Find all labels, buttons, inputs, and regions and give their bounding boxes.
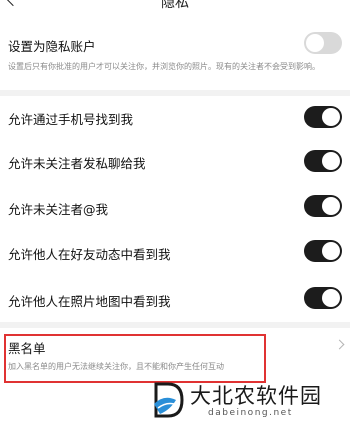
setting-row-mention: 允许未关注者@我 <box>0 184 350 228</box>
setting-toggle-phone[interactable] <box>304 106 342 128</box>
watermark: 大北农软件园 dabeinong.net <box>152 380 350 422</box>
setting-toggle-private-message[interactable] <box>304 150 342 172</box>
watermark-subtitle: dabeinong.net <box>208 408 293 418</box>
setting-row-phone: 允许通过手机号找到我 <box>0 96 350 140</box>
private-account-toggle[interactable] <box>304 32 342 54</box>
top-bar: 隐私 <box>0 0 350 14</box>
setting-label-phone: 允许通过手机号找到我 <box>8 112 134 127</box>
toggle-knob <box>322 108 340 126</box>
toggle-knob <box>322 197 340 215</box>
setting-label-photo-map: 允许他人在照片地图中看到我 <box>8 294 171 309</box>
toggle-knob <box>306 34 324 52</box>
setting-toggle-friend-feed[interactable] <box>304 240 342 262</box>
private-account-row: 设置为隐私账户 设置后只有你批准的用户才可以关注你，并浏览你的照片。现有的关注者… <box>0 14 350 90</box>
setting-label-private-message: 允许未关注者发私聊给我 <box>8 156 146 171</box>
setting-label-mention: 允许未关注者@我 <box>8 202 109 217</box>
setting-row-photo-map: 允许他人在照片地图中看到我 <box>0 274 350 320</box>
highlight-box <box>4 334 266 383</box>
setting-toggle-mention[interactable] <box>304 195 342 217</box>
setting-toggle-photo-map[interactable] <box>304 287 342 309</box>
private-account-label: 设置为隐私账户 <box>8 39 96 54</box>
watermark-title: 大北农软件园 <box>190 384 322 408</box>
setting-row-friend-feed: 允许他人在好友动态中看到我 <box>0 228 350 274</box>
private-account-description: 设置后只有你批准的用户才可以关注你，并浏览你的照片。现有的关注者不会受到影响。 <box>8 62 320 71</box>
setting-label-friend-feed: 允许他人在好友动态中看到我 <box>8 247 171 262</box>
toggle-knob <box>322 242 340 260</box>
setting-row-private-message: 允许未关注者发私聊给我 <box>0 140 350 184</box>
toggle-knob <box>322 152 340 170</box>
toggle-knob <box>322 289 340 307</box>
watermark-logo-icon <box>154 382 184 418</box>
page-title: 隐私 <box>161 0 189 11</box>
